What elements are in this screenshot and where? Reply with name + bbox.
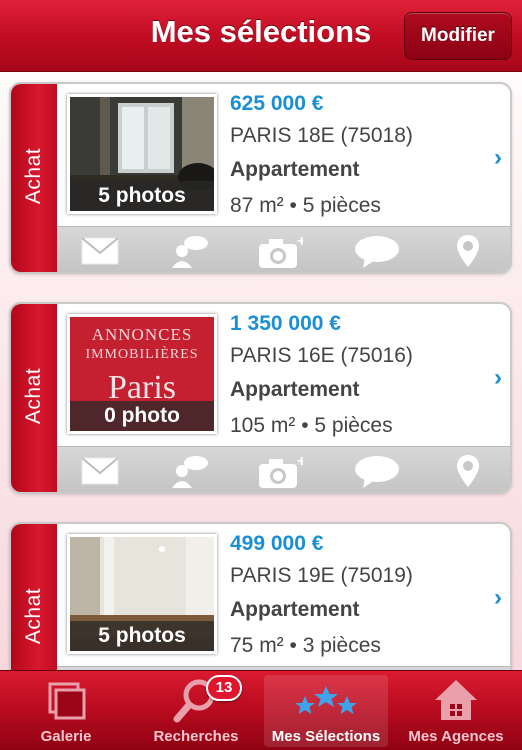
listing-size: 87 m² • 5 pièces: [230, 194, 381, 217]
tab-label: Recherches: [153, 728, 239, 745]
mail-icon[interactable]: [77, 233, 123, 269]
tab-galerie[interactable]: Galerie: [4, 675, 128, 747]
listing-photo[interactable]: ANNONCES IMMOBILIÈRES Paris 0 photo: [67, 314, 217, 434]
transaction-tag: Achat: [11, 524, 57, 670]
transaction-tag: Achat: [11, 304, 57, 492]
nav-bar: Mes sélections Modifier: [0, 0, 522, 72]
listing-type: Appartement: [230, 158, 360, 181]
transaction-label: Achat: [22, 367, 45, 425]
logo-line-1: ANNONCES: [91, 325, 193, 344]
photo-count: 5 photos: [70, 181, 214, 211]
chevron-right-icon[interactable]: ›: [494, 144, 502, 172]
listing-price: 625 000 €: [230, 92, 324, 115]
tab-label: Galerie: [40, 728, 92, 745]
chevron-right-icon[interactable]: ›: [494, 584, 502, 612]
listing-city: PARIS 18E (75018): [230, 124, 413, 147]
listing-price: 499 000 €: [230, 532, 324, 555]
chevron-right-icon[interactable]: ›: [494, 364, 502, 392]
mail-icon[interactable]: [77, 453, 123, 489]
transaction-label: Achat: [22, 147, 45, 205]
tab-label: Mes Agences: [408, 728, 504, 745]
add-photo-icon[interactable]: +: [257, 233, 303, 269]
tab-mes-selections[interactable]: Mes Sélections: [264, 675, 388, 747]
svg-text:+: +: [297, 234, 303, 250]
comment-icon[interactable]: [353, 233, 399, 269]
listing-city: PARIS 19E (75019): [230, 564, 413, 587]
add-photo-icon[interactable]: +: [257, 453, 303, 489]
listing-size: 105 m² • 5 pièces: [230, 414, 393, 437]
notification-badge: 13: [206, 675, 242, 701]
comment-icon[interactable]: [353, 453, 399, 489]
tab-bar: Galerie 13 Recherches Mes Sélections Mes…: [0, 670, 522, 750]
listing-card[interactable]: Achat ANNONCES IMMOBILIÈRES Paris 0 phot…: [9, 302, 512, 494]
transaction-label: Achat: [22, 587, 45, 645]
stars-icon: [264, 677, 388, 723]
contact-icon[interactable]: [167, 453, 213, 489]
selections-list: Achat 5 photos 625 000 € PARIS 18E (7501…: [0, 72, 522, 670]
listing-price: 1 350 000 €: [230, 312, 341, 335]
photo-count: 5 photos: [70, 621, 214, 651]
listing-card[interactable]: Achat 5 photos 499 000 € PARIS 19E (7501…: [9, 522, 512, 670]
action-bar: +: [57, 226, 510, 272]
transaction-tag: Achat: [11, 84, 57, 272]
tab-mes-agences[interactable]: Mes Agences: [394, 675, 518, 747]
listing-photo[interactable]: 5 photos: [67, 534, 217, 654]
contact-icon[interactable]: [167, 233, 213, 269]
map-pin-icon[interactable]: [445, 233, 491, 269]
listing-type: Appartement: [230, 378, 360, 401]
listing-size: 75 m² • 3 pièces: [230, 634, 381, 657]
gallery-icon: [4, 677, 128, 723]
listing-type: Appartement: [230, 598, 360, 621]
svg-text:+: +: [297, 454, 303, 470]
photo-count: 0 photo: [70, 401, 214, 431]
tab-recherches[interactable]: 13 Recherches: [134, 675, 258, 747]
map-pin-icon[interactable]: [445, 453, 491, 489]
action-bar: +: [57, 446, 510, 492]
tab-label: Mes Sélections: [271, 728, 381, 745]
listing-photo[interactable]: 5 photos: [67, 94, 217, 214]
modify-button[interactable]: Modifier: [404, 12, 512, 60]
logo-line-2: IMMOBILIÈRES: [85, 347, 199, 362]
listing-city: PARIS 16E (75016): [230, 344, 413, 367]
listing-card[interactable]: Achat 5 photos 625 000 € PARIS 18E (7501…: [9, 82, 512, 274]
agency-icon: [394, 677, 518, 723]
